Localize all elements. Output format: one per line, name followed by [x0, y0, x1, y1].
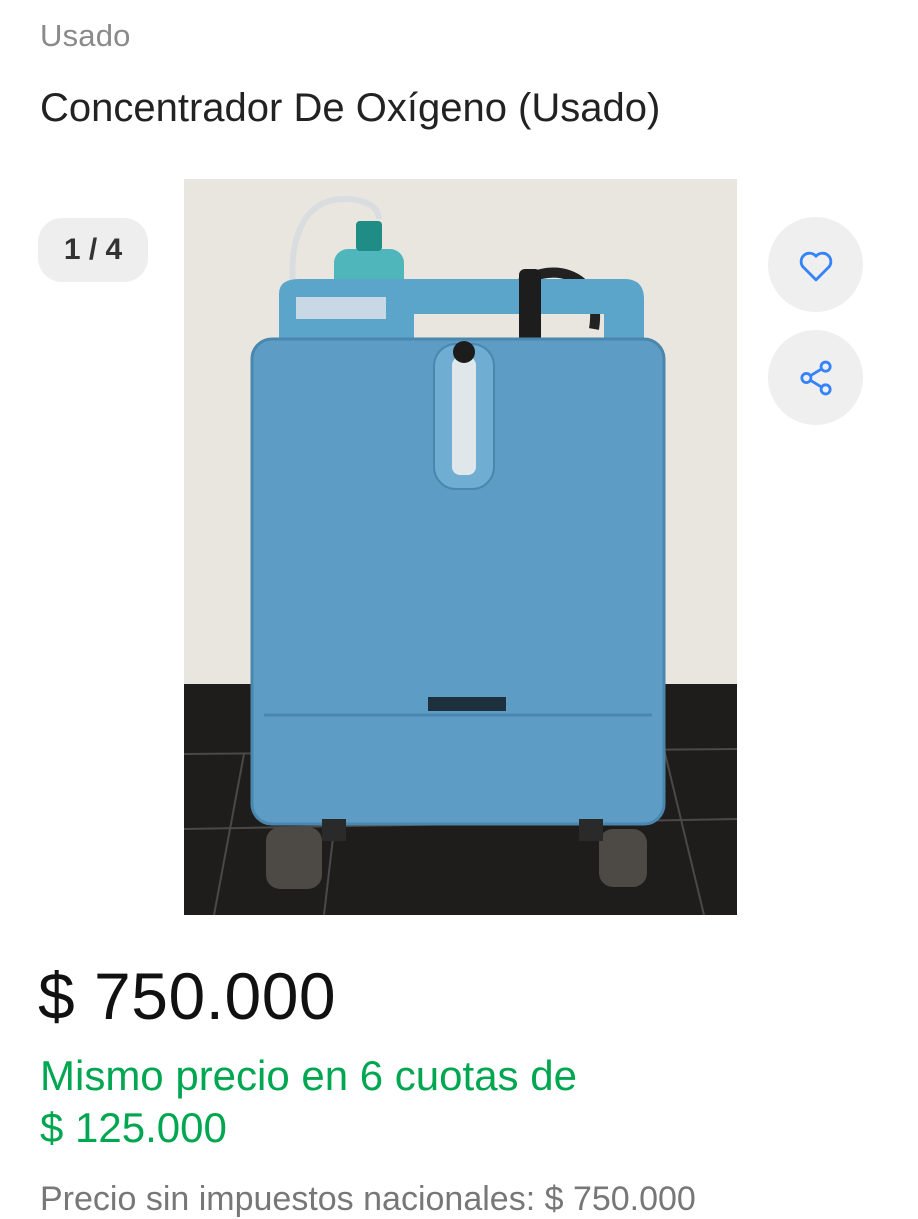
item-condition: Usado [40, 18, 131, 53]
favorite-button[interactable] [768, 217, 863, 312]
installments-line: Mismo precio en 6 cuotas de [40, 1052, 577, 1099]
product-photo[interactable] [184, 179, 737, 915]
item-title: Concentrador De Oxígeno (Usado) [40, 86, 661, 130]
price: $ 750.000 [38, 959, 337, 1033]
share-button[interactable] [768, 330, 863, 425]
share-icon [799, 360, 832, 395]
installments-info: Mismo precio en 6 cuotas de $ 125.000 [40, 1050, 740, 1154]
installment-amount: $ 125.000 [40, 1104, 227, 1151]
gallery-counter: 1 / 4 [38, 218, 148, 282]
heart-icon [799, 251, 832, 281]
